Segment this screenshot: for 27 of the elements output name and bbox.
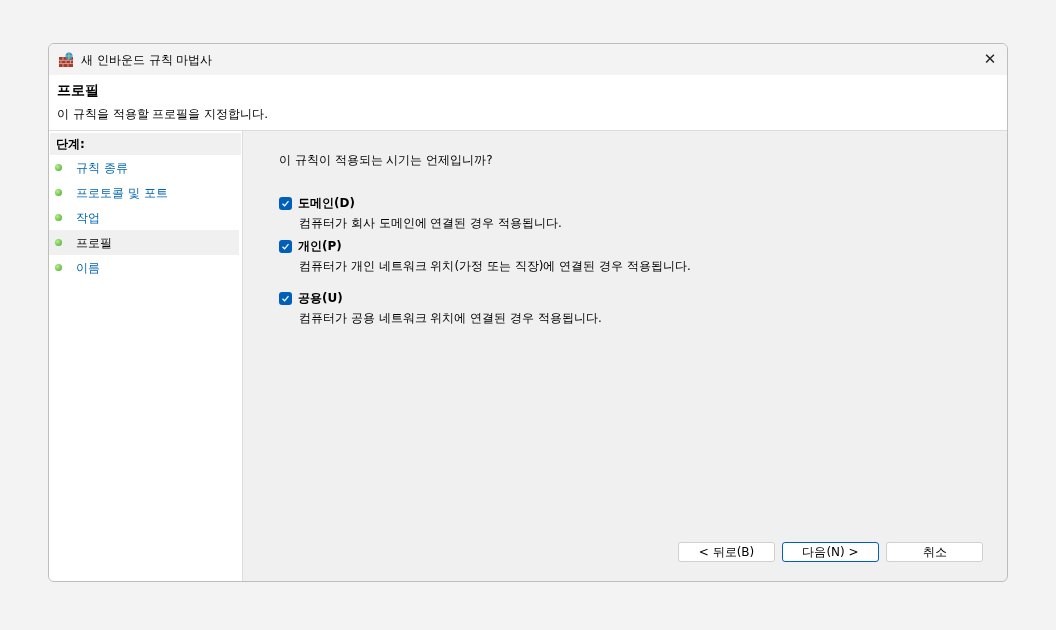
- checkbox-label[interactable]: 도메인(D): [298, 194, 355, 212]
- close-button[interactable]: ✕: [973, 44, 1007, 75]
- checkbox[interactable]: [279, 291, 292, 305]
- checkbox-label[interactable]: 개인(P): [298, 237, 342, 255]
- steps-heading: 단계:: [50, 133, 241, 155]
- option-description: 컴퓨터가 개인 네트워크 위치(가정 또는 직장)에 연결된 경우 적용됩니다.: [299, 258, 692, 275]
- wizard-button[interactable]: 취소: [886, 542, 983, 562]
- checkbox[interactable]: [279, 196, 292, 210]
- checkbox[interactable]: [279, 239, 292, 253]
- wizard-button[interactable]: 다음(N) >: [782, 542, 879, 562]
- wizard-button[interactable]: < 뒤로(B): [678, 542, 775, 562]
- question-text: 이 규칙이 적용되는 시기는 언제입니까?: [279, 152, 494, 169]
- page-description: 이 규칙을 적용할 프로필을 지정합니다.: [57, 106, 270, 123]
- step-item[interactable]: 규칙 종류: [49, 155, 239, 180]
- step-item[interactable]: 프로토콜 및 포트: [49, 180, 239, 205]
- checkbox-label[interactable]: 공용(U): [298, 289, 343, 307]
- window-title: 새 인바운드 규칙 마법사: [81, 51, 213, 69]
- brick-wall-icon: [58, 51, 74, 68]
- step-item[interactable]: 작업: [49, 205, 239, 230]
- checkmark-icon: [281, 241, 290, 251]
- step-item[interactable]: 이름: [49, 255, 239, 280]
- checkmark-icon: [281, 198, 290, 208]
- checkmark-icon: [281, 293, 290, 303]
- option-description: 컴퓨터가 공용 네트워크 위치에 연결된 경우 적용됩니다.: [299, 310, 603, 327]
- step-item[interactable]: 프로필: [49, 230, 239, 255]
- page-title: 프로필: [57, 81, 100, 100]
- option-description: 컴퓨터가 회사 도메인에 연결된 경우 적용됩니다.: [299, 215, 563, 232]
